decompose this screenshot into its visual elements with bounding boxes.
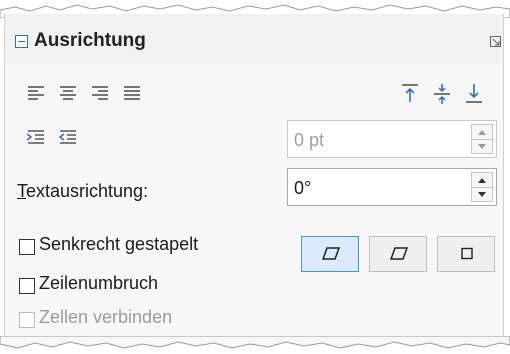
text-orientation-spin-arrows[interactable]: [471, 172, 493, 202]
collapse-minus-icon[interactable]: [15, 35, 28, 48]
torn-edge-bottom: [0, 336, 510, 349]
align-center-icon[interactable]: [55, 80, 83, 108]
align-middle-icon[interactable]: [429, 80, 457, 108]
align-right-icon[interactable]: [87, 80, 115, 108]
spin-down-icon[interactable]: [477, 143, 487, 151]
decrease-indent-icon[interactable]: [55, 124, 83, 152]
merge-cells-checkbox[interactable]: [19, 312, 35, 328]
spin-up-icon[interactable]: [477, 128, 487, 136]
text-orientation-label: Textausrichtung:: [17, 181, 149, 201]
orientation-toggle-top-edge[interactable]: [369, 236, 427, 272]
align-bottom-icon[interactable]: [461, 80, 489, 108]
wrap-text-checkbox[interactable]: [19, 278, 35, 294]
cell-edge-top-icon: [389, 247, 409, 260]
align-justify-icon[interactable]: [119, 80, 147, 108]
indent-spinbox[interactable]: 0 pt: [287, 120, 497, 158]
indent-value: 0 pt: [294, 130, 325, 150]
increase-indent-icon[interactable]: [23, 124, 51, 152]
alignment-panel: Ausrichtung 0 pt Textausrichtung: 0° Sen…: [4, 14, 504, 336]
align-left-icon[interactable]: [23, 80, 51, 108]
merge-cells-label: Zellen verbinden: [39, 307, 173, 327]
cell-edge-bottom-icon: [321, 247, 341, 260]
panel-header: Ausrichtung: [5, 14, 503, 64]
text-orientation-value: 0°: [294, 178, 312, 198]
orientation-toggle-bottom-edge[interactable]: [301, 236, 359, 272]
more-options-icon[interactable]: [490, 36, 502, 48]
panel-title: Ausrichtung: [34, 30, 146, 51]
orientation-toggle-inside-cell[interactable]: [437, 236, 495, 272]
indent-spin-arrows[interactable]: [471, 124, 493, 154]
wrap-text-label: Zeilenumbruch: [39, 273, 159, 293]
align-top-icon[interactable]: [397, 80, 425, 108]
vertically-stacked-checkbox[interactable]: [19, 239, 35, 255]
spin-up-icon[interactable]: [477, 176, 487, 184]
vertically-stacked-label: Senkrecht gestapelt: [39, 234, 199, 254]
text-orientation-spinbox[interactable]: 0°: [287, 168, 497, 206]
cell-inside-icon: [461, 247, 473, 260]
spin-down-icon[interactable]: [477, 191, 487, 199]
